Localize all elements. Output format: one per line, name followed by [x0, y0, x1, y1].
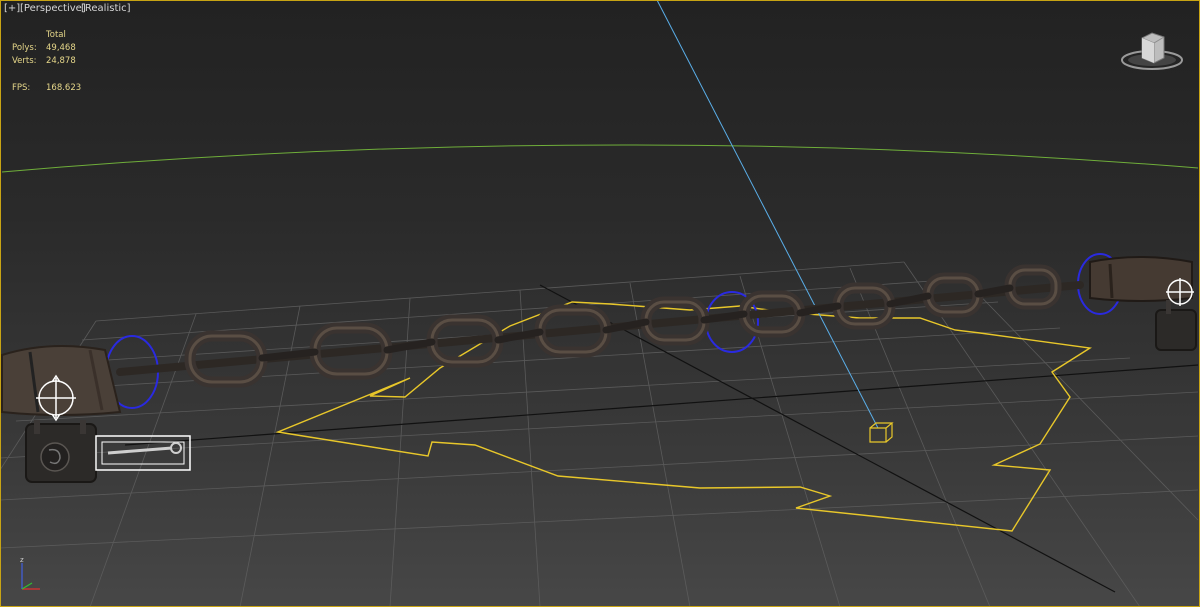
stats-verts-label: Verts:: [12, 56, 37, 66]
stats-fps-value: 168.623: [46, 83, 82, 93]
axis-z-label: z: [20, 556, 24, 564]
left-padlock[interactable]: [25, 420, 97, 483]
viewport-menu-plus[interactable]: [+]: [4, 3, 20, 14]
viewport-menu-view[interactable]: [Perspective]: [20, 3, 86, 14]
horizon-line: [1, 144, 1199, 173]
light-target-icon[interactable]: [869, 422, 894, 443]
light-target-line: [656, 0, 879, 429]
stats-fps-label: FPS:: [12, 83, 31, 93]
right-shackle[interactable]: [1089, 256, 1193, 302]
stats-polys-value: 49,468: [46, 43, 76, 53]
viewport-menu-shading[interactable]: [Realistic]: [81, 3, 131, 14]
stats-polys-label: Polys:: [12, 43, 37, 53]
stats-verts-value: 24,878: [46, 56, 76, 66]
perspective-viewport[interactable]: [+] [Perspective] [Realistic] Total Poly…: [0, 0, 1200, 607]
axis-tripod-icon: z: [20, 556, 40, 590]
stats-header: Total: [46, 30, 66, 40]
left-shackle[interactable]: [0, 345, 122, 416]
right-padlock[interactable]: [1155, 300, 1197, 351]
scene-canvas[interactable]: [0, 0, 1200, 607]
chain[interactable]: [116, 264, 1084, 388]
viewcube-icon[interactable]: [1120, 28, 1184, 74]
